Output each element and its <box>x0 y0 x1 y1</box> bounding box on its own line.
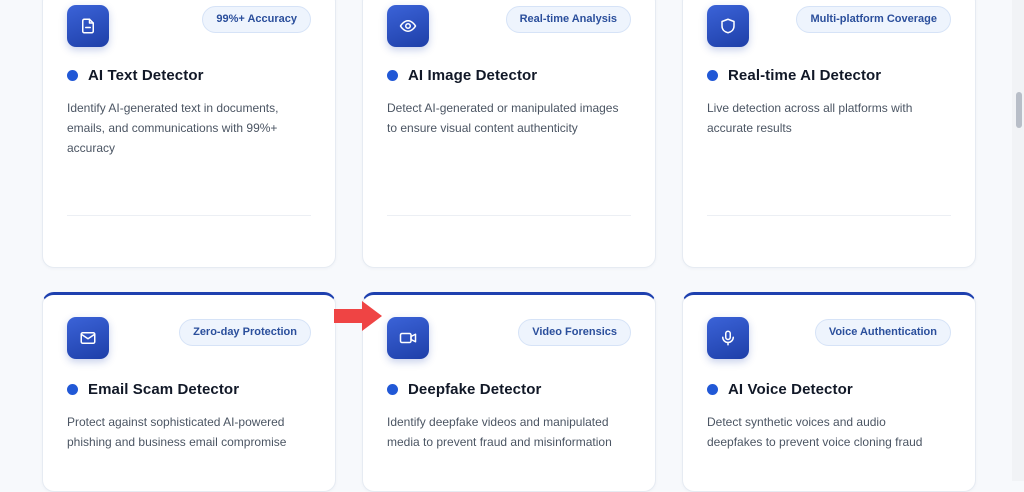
arrow-right-icon <box>334 301 382 331</box>
card-title-row: AI Voice Detector <box>707 381 853 398</box>
bullet-dot <box>67 70 78 81</box>
feature-card-email-scam-detector[interactable]: Zero-day Protection Email Scam Detector … <box>42 292 336 492</box>
shield-icon <box>707 5 749 47</box>
card-description: Detect synthetic voices and audio deepfa… <box>707 415 923 449</box>
status-badge: Video Forensics <box>518 319 631 346</box>
card-divider <box>67 215 311 216</box>
bullet-dot <box>387 70 398 81</box>
status-badge: Real-time Analysis <box>505 6 631 33</box>
scrollbar-thumb[interactable] <box>1016 92 1022 128</box>
status-badge: 99%+ Accuracy <box>202 6 311 33</box>
feature-card-real-time-ai-detector[interactable]: Multi-platform Coverage Real-time AI Det… <box>682 0 976 268</box>
status-badge: Zero-day Protection <box>179 319 311 346</box>
card-title-row: Email Scam Detector <box>67 381 239 398</box>
card-title-row: Real-time AI Detector <box>707 67 881 84</box>
bullet-dot <box>387 384 398 395</box>
status-badge: Multi-platform Coverage <box>796 6 951 33</box>
card-title: Real-time AI Detector <box>728 67 882 84</box>
bullet-dot <box>707 384 718 395</box>
card-title: AI Text Detector <box>88 67 204 84</box>
card-divider <box>707 215 951 216</box>
microphone-icon <box>707 317 749 359</box>
feature-card-deepfake-detector[interactable]: Video Forensics Deepfake Detector Identi… <box>362 292 656 492</box>
scrollbar-track[interactable] <box>1012 0 1024 481</box>
card-title-row: AI Text Detector <box>67 67 204 84</box>
document-icon <box>67 5 109 47</box>
video-camera-icon <box>387 317 429 359</box>
card-title: Deepfake Detector <box>408 381 542 398</box>
card-title: AI Image Detector <box>408 67 538 84</box>
status-badge: Voice Authentication <box>814 319 951 346</box>
bullet-dot <box>67 384 78 395</box>
card-description: Identify AI-generated text in documents,… <box>67 101 279 155</box>
card-description: Live detection across all platforms with… <box>707 101 913 135</box>
card-title-row: Deepfake Detector <box>387 381 541 398</box>
card-description: Protect against sophisticated AI-powered… <box>67 415 287 449</box>
bullet-dot <box>707 70 718 81</box>
eye-icon <box>387 5 429 47</box>
feature-card-ai-image-detector[interactable]: Real-time Analysis AI Image Detector Det… <box>362 0 656 268</box>
card-title: AI Voice Detector <box>728 381 853 398</box>
card-title: Email Scam Detector <box>88 381 240 398</box>
feature-card-ai-voice-detector[interactable]: Voice Authentication AI Voice Detector D… <box>682 292 976 492</box>
mail-icon <box>67 317 109 359</box>
card-divider <box>387 215 631 216</box>
card-title-row: AI Image Detector <box>387 67 537 84</box>
card-description: Identify deepfake videos and manipulated… <box>387 415 612 449</box>
feature-card-ai-text-detector[interactable]: 99%+ Accuracy AI Text Detector Identify … <box>42 0 336 268</box>
card-description: Detect AI-generated or manipulated image… <box>387 101 619 135</box>
